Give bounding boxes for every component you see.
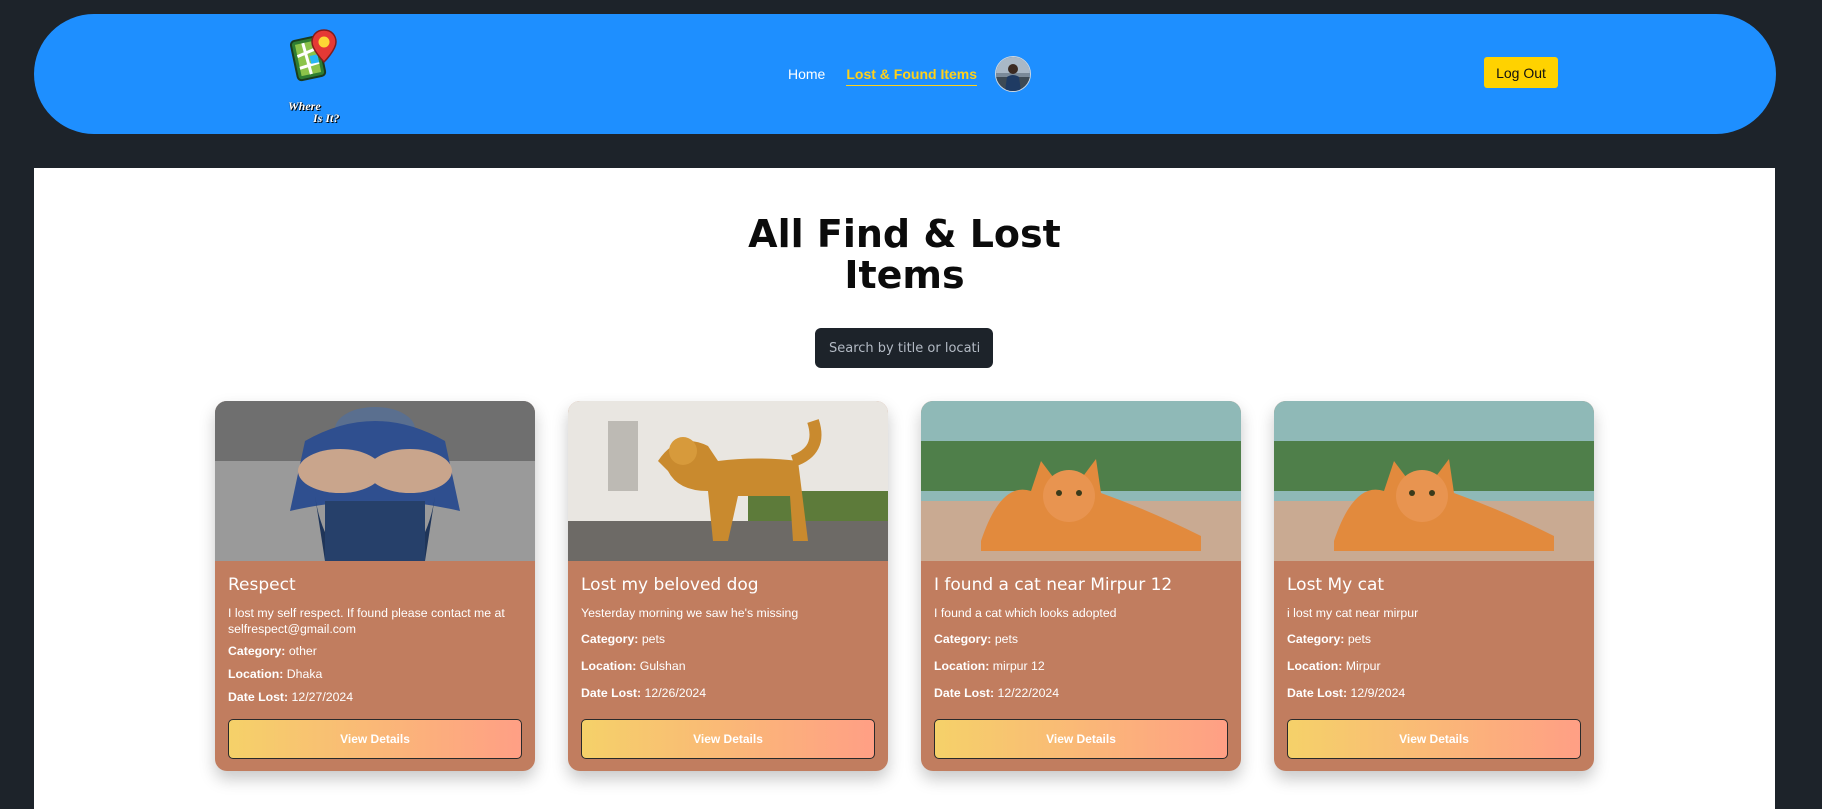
logout-button[interactable]: Log Out: [1484, 57, 1558, 88]
date-value: 12/22/2024: [997, 686, 1060, 700]
navbar: Where Is It? Home Lost & Found Items Log…: [34, 14, 1776, 134]
date-value: 12/26/2024: [644, 686, 707, 700]
golden-retriever-photo-icon: [568, 401, 888, 561]
item-card: I found a cat near Mirpur 12 I found a c…: [921, 401, 1241, 771]
location-label: Location:: [934, 659, 990, 673]
card-date: Date Lost: 12/26/2024: [581, 685, 875, 701]
card-date: Date Lost: 12/27/2024: [228, 689, 522, 705]
avatar-photo-icon: [996, 57, 1031, 91]
card-body: I found a cat near Mirpur 12 I found a c…: [921, 575, 1241, 701]
card-location: Location: Gulshan: [581, 658, 875, 674]
card-description: Yesterday morning we saw he's missing: [581, 606, 799, 620]
card-title: Lost My cat: [1287, 575, 1385, 595]
card-category: Category: pets: [934, 631, 1228, 647]
page-title-line2: Items: [844, 253, 965, 297]
date-label: Date Lost:: [228, 690, 289, 704]
page-title-line1: All Find & Lost: [748, 212, 1061, 256]
card-body: Respect I lost my self respect. If found…: [215, 575, 535, 705]
card-category: Category: pets: [581, 631, 875, 647]
orange-cat-photo-icon: [921, 401, 1241, 561]
location-label: Location:: [581, 659, 637, 673]
category-value: other: [288, 644, 317, 658]
map-pin-icon: [289, 29, 337, 82]
nav-links: Home Lost & Found Items: [788, 54, 1032, 94]
location-value: Dhaka: [286, 667, 323, 681]
page-title: All Find & Lost Items: [34, 214, 1775, 296]
card-description: I lost my self respect. If found please …: [228, 606, 505, 636]
card-title: Respect: [228, 575, 296, 595]
category-value: pets: [1347, 632, 1372, 646]
card-description: i lost my cat near mirpur: [1287, 606, 1419, 620]
category-label: Category:: [1287, 632, 1345, 646]
site-logo[interactable]: Where Is It?: [288, 28, 378, 128]
nav-lost-found-link[interactable]: Lost & Found Items: [846, 66, 978, 86]
card-category: Category: other: [228, 643, 522, 659]
card-title: Lost my beloved dog: [581, 575, 759, 595]
item-card: Lost My cat i lost my cat near mirpur Ca…: [1274, 401, 1594, 771]
card-title: I found a cat near Mirpur 12: [934, 575, 1173, 595]
card-location: Location: Mirpur: [1287, 658, 1581, 674]
card-location: Location: mirpur 12: [934, 658, 1228, 674]
item-card: Lost my beloved dog Yesterday morning we…: [568, 401, 888, 771]
main-content: All Find & Lost Items Respect I lost my …: [34, 168, 1775, 809]
logo-text: Where Is It?: [288, 100, 339, 124]
date-value: 12/9/2024: [1350, 686, 1406, 700]
card-description: I found a cat which looks adopted: [934, 606, 1117, 620]
date-value: 12/27/2024: [291, 690, 354, 704]
date-label: Date Lost:: [581, 686, 642, 700]
item-card: Respect I lost my self respect. If found…: [215, 401, 535, 771]
card-body: Lost my beloved dog Yesterday morning we…: [568, 575, 888, 701]
card-date: Date Lost: 12/9/2024: [1287, 685, 1581, 701]
card-body: Lost My cat i lost my cat near mirpur Ca…: [1274, 575, 1594, 701]
category-label: Category:: [581, 632, 639, 646]
category-value: pets: [994, 632, 1019, 646]
card-location: Location: Dhaka: [228, 666, 522, 682]
category-label: Category:: [228, 644, 286, 658]
location-value: Mirpur: [1345, 659, 1381, 673]
category-label: Category:: [934, 632, 992, 646]
date-label: Date Lost:: [1287, 686, 1348, 700]
card-date: Date Lost: 12/22/2024: [934, 685, 1228, 701]
card-category: Category: pets: [1287, 631, 1581, 647]
sad-boy-photo-icon: [215, 401, 535, 561]
location-value: Gulshan: [639, 659, 686, 673]
search-input[interactable]: [815, 328, 993, 368]
nav-home-link[interactable]: Home: [788, 66, 825, 82]
location-label: Location:: [1287, 659, 1343, 673]
view-details-button[interactable]: View Details: [934, 719, 1228, 759]
view-details-button[interactable]: View Details: [1287, 719, 1581, 759]
view-details-button[interactable]: View Details: [228, 719, 522, 759]
orange-cat-photo-icon: [1274, 401, 1594, 561]
category-value: pets: [641, 632, 666, 646]
logo-line2: Is It?: [313, 111, 340, 125]
user-avatar[interactable]: [995, 56, 1032, 92]
view-details-button[interactable]: View Details: [581, 719, 875, 759]
location-value: mirpur 12: [992, 659, 1045, 673]
date-label: Date Lost:: [934, 686, 995, 700]
location-label: Location:: [228, 667, 284, 681]
